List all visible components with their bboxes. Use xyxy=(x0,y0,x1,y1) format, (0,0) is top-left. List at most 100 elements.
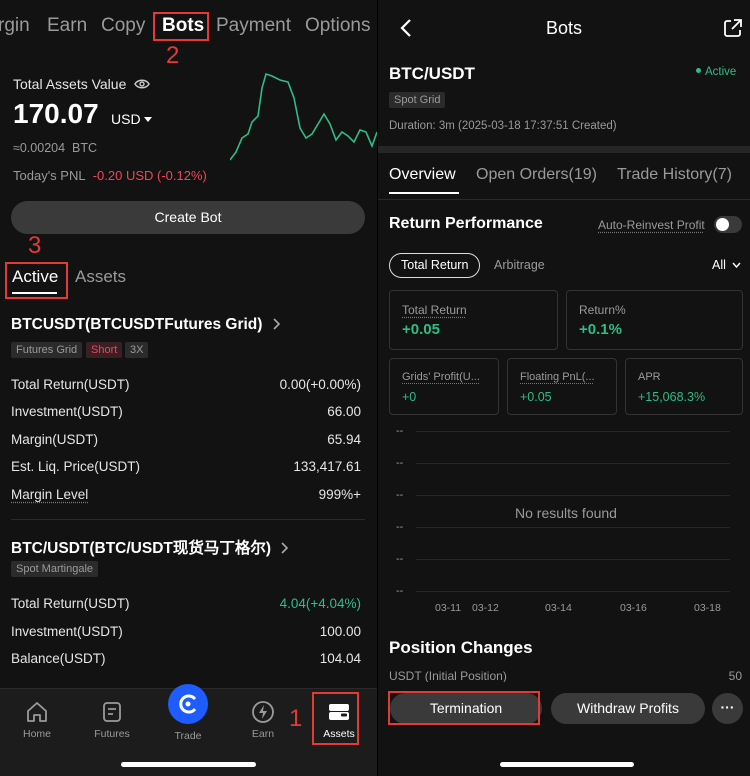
section-separator xyxy=(378,146,750,153)
header-title: Bots xyxy=(545,18,583,38)
y-tick: -- xyxy=(396,585,404,597)
row-label-margin-level[interactable]: Margin Level xyxy=(11,487,88,502)
gridline xyxy=(416,495,730,496)
chevron-right-icon xyxy=(281,542,289,554)
gridline xyxy=(416,591,730,592)
row-label-balance-2: Balance(USDT) xyxy=(11,651,106,666)
more-options-button[interactable]: ··· xyxy=(712,693,743,724)
tab-options[interactable]: Options xyxy=(305,15,370,37)
overview-tab-underline xyxy=(389,192,459,194)
status-dot-icon xyxy=(696,68,701,73)
nav-futures[interactable]: Futures xyxy=(82,700,142,740)
withdraw-profits-button[interactable]: Withdraw Profits xyxy=(551,693,705,724)
earn-icon xyxy=(252,701,274,723)
tab-overview[interactable]: Overview xyxy=(389,166,456,184)
filter-arbitrage[interactable]: Arbitrage xyxy=(494,258,545,272)
position-changes-title: Position Changes xyxy=(389,638,533,657)
row-label-investment-2: Investment(USDT) xyxy=(11,624,123,639)
return-performance-title: Return Performance xyxy=(389,215,543,232)
row-value-investment-2: 100.00 xyxy=(319,624,361,639)
pair-title: BTC/USDT xyxy=(389,64,475,83)
bot-title-futures-grid[interactable]: BTCUSDT(BTCUSDTFutures Grid) xyxy=(11,316,281,334)
tag-spot-grid: Spot Grid xyxy=(389,92,446,108)
tag-leverage: 3X xyxy=(125,342,149,358)
callout-box-active xyxy=(5,262,68,299)
nav-trade[interactable]: Trade xyxy=(158,684,218,742)
filter-total-return[interactable]: Total Return xyxy=(389,253,481,278)
row-label-investment: Investment(USDT) xyxy=(11,404,123,419)
bot-title-spot-martingale[interactable]: BTC/USDT(BTC/USDT现货马丁格尔) xyxy=(11,536,289,558)
y-tick: -- xyxy=(396,489,404,501)
home-icon xyxy=(27,702,47,722)
tag-spot-martingale: Spot Martingale xyxy=(11,561,99,577)
position-row-label: USDT (Initial Position) xyxy=(389,669,507,683)
tab-open-orders[interactable]: Open Orders(19) xyxy=(476,166,597,184)
card-floating-pnl: Floating PnL(... +0.05 xyxy=(507,358,617,415)
todays-pnl: Today's PNL -0.20 USD (-0.12%) xyxy=(13,168,207,183)
nav-home[interactable]: Home xyxy=(7,700,67,740)
divider xyxy=(11,519,365,520)
x-tick: 03-16 xyxy=(620,602,647,614)
btc-equivalent: ≈0.00204 BTC xyxy=(13,141,97,155)
status-badge: Active xyxy=(696,66,736,78)
nav-earn[interactable]: Earn xyxy=(233,700,293,740)
auto-reinvest-label: Auto-Reinvest Profit xyxy=(598,218,705,232)
card-total-return: Total Return +0.05 xyxy=(389,290,558,350)
auto-reinvest-toggle[interactable] xyxy=(714,216,742,233)
tab-copy[interactable]: Copy xyxy=(101,15,145,37)
row-value-total-return-2: 4.04(+4.04%) xyxy=(279,596,361,611)
chevron-right-icon xyxy=(273,318,280,330)
trade-icon xyxy=(168,684,208,724)
tab-assets[interactable]: Assets xyxy=(75,267,126,287)
range-selector[interactable]: All xyxy=(712,258,741,272)
gridline xyxy=(416,463,730,464)
assets-sparkline xyxy=(230,72,377,161)
callout-number-3: 3 xyxy=(28,232,42,259)
card-return-percent: Return% +0.1% xyxy=(566,290,743,350)
tab-trade-history[interactable]: Trade History(7) xyxy=(617,166,732,184)
y-tick: -- xyxy=(396,521,404,533)
right-screen: Bots BTC/USDT Active Spot Grid Duration:… xyxy=(378,0,750,776)
home-indicator xyxy=(500,762,634,767)
row-label-liq-price: Est. Liq. Price(USDT) xyxy=(11,459,141,474)
caret-down-icon xyxy=(144,117,153,122)
total-assets-value: 170.07 xyxy=(13,98,99,129)
x-tick: 03-18 xyxy=(694,602,721,614)
card-apr: APR +15,068.3% xyxy=(625,358,743,415)
tab-payment[interactable]: Payment xyxy=(216,15,291,37)
home-indicator xyxy=(121,762,256,767)
create-bot-button[interactable]: Create Bot xyxy=(11,201,365,234)
share-icon[interactable] xyxy=(723,18,743,38)
row-value-total-return: 0.00(+0.00%) xyxy=(279,377,361,392)
row-label-margin: Margin(USDT) xyxy=(11,432,99,447)
gridline xyxy=(416,559,730,560)
tab-earn[interactable]: Earn xyxy=(47,15,87,37)
row-value-liq-price: 133,417.61 xyxy=(293,459,361,474)
no-results-text: No results found xyxy=(515,505,617,521)
callout-number-1: 1 xyxy=(289,705,303,732)
tabs-divider xyxy=(378,199,750,200)
gridline xyxy=(416,431,730,432)
x-tick: 03-11 xyxy=(435,602,462,614)
gridline xyxy=(416,527,730,528)
duration-text: Duration: 3m (2025-03-18 17:37:51 Create… xyxy=(389,120,617,132)
tag-futures-grid: Futures Grid xyxy=(11,342,83,358)
position-row-value: 50 xyxy=(728,669,742,683)
futures-icon xyxy=(103,702,121,722)
tab-margin[interactable]: rgin xyxy=(0,15,30,37)
card-grids-profit: Grids' Profit(U... +0 xyxy=(389,358,499,415)
row-value-margin-level: 999%+ xyxy=(318,487,361,502)
y-tick: -- xyxy=(396,425,404,437)
row-value-investment: 66.00 xyxy=(327,404,361,419)
callout-box-termination xyxy=(388,691,540,725)
y-tick: -- xyxy=(396,553,404,565)
x-tick: 03-14 xyxy=(545,602,572,614)
row-label-total-return: Total Return(USDT) xyxy=(11,377,130,392)
x-tick: 03-12 xyxy=(472,602,499,614)
eye-icon[interactable] xyxy=(134,78,151,90)
currency-selector[interactable]: USD xyxy=(111,111,153,127)
tag-short: Short xyxy=(86,342,123,358)
callout-box-assets xyxy=(312,692,359,745)
row-value-balance-2: 104.04 xyxy=(319,651,361,666)
row-label-total-return-2: Total Return(USDT) xyxy=(11,596,130,611)
